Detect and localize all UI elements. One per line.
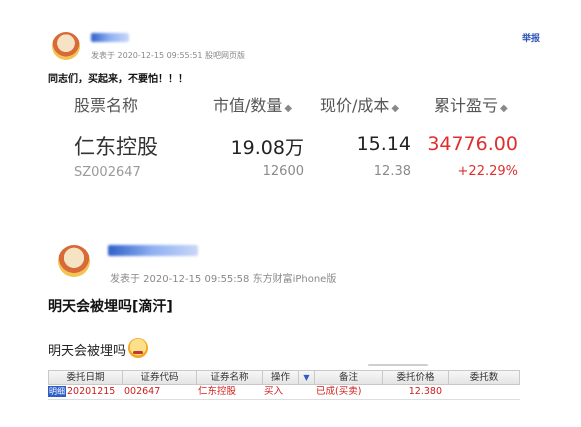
col-name[interactable]: 证券名称 (197, 371, 263, 384)
cell-code: 002647 (124, 386, 161, 397)
cost-price: 12.38 (373, 164, 411, 179)
col-price[interactable]: 委托价格 (383, 371, 449, 384)
table-row[interactable]: 明细 20201215 002647 仁东控股 买入 已成(买卖) 12.380 (48, 385, 520, 400)
cell-qty (448, 385, 518, 399)
scroll-indicator (368, 364, 428, 366)
table-header: 委托日期 证券代码 证券名称 操作 ▼ 备注 委托价格 委托数 (48, 370, 520, 385)
user-avatar[interactable] (58, 245, 90, 277)
market-value: 19.08万 (230, 137, 304, 159)
detail-tag[interactable]: 明细 (48, 386, 66, 397)
cell-price: 12.380 (408, 386, 442, 397)
user-avatar[interactable] (52, 32, 80, 60)
stock-name[interactable]: 仁东控股 (74, 131, 158, 161)
post-body: 明天会被埋吗 (48, 338, 149, 359)
col-header-profit[interactable]: 累计盈亏 ◆ (434, 92, 508, 116)
order-table: 委托日期 证券代码 证券名称 操作 ▼ 备注 委托价格 委托数 明细 202012… (48, 370, 520, 400)
col-date[interactable]: 委托日期 (49, 371, 123, 384)
post-title[interactable]: 明天会被埋吗[滴汗] (48, 296, 173, 316)
report-link[interactable]: 举报 (522, 31, 540, 44)
username-blurred[interactable] (108, 245, 198, 256)
post-meta: 发表于 2020-12-15 09:55:58 东方财富iPhone版 (110, 274, 337, 285)
sort-icon: ◆ (284, 103, 293, 114)
col-header-price-cost[interactable]: 现价/成本 ◆ (320, 92, 399, 116)
sweat-emoji-icon (128, 338, 149, 358)
col-op[interactable]: 操作 (263, 371, 299, 384)
username-blurred[interactable] (91, 33, 129, 42)
profit-percent: +22.29% (457, 164, 518, 179)
stock-code: SZ002647 (74, 165, 141, 180)
sort-icon: ◆ (500, 103, 508, 114)
cumulative-profit: 34776.00 (427, 133, 518, 155)
post-text: 同志们，买起来，不要怕！！！ (48, 74, 188, 85)
sort-icon: ◆ (391, 103, 400, 114)
cell-note: 已成(买卖) (316, 386, 362, 397)
col-code[interactable]: 证券代码 (123, 371, 197, 384)
col-header-name: 股票名称 (74, 96, 139, 115)
cell-blank (298, 385, 314, 399)
col-qty[interactable]: 委托数 (449, 371, 519, 384)
cell-date: 20201215 (67, 386, 116, 397)
filter-icon[interactable]: ▼ (299, 371, 315, 384)
post-meta: 发表于 2020-12-15 09:55:51 股吧网页版 (91, 51, 246, 60)
cell-name: 仁东控股 (198, 386, 237, 397)
quantity: 12600 (262, 164, 304, 179)
current-price: 15.14 (356, 133, 411, 155)
cell-op: 买入 (264, 386, 284, 397)
col-header-value-qty[interactable]: 市值/数量 ◆ (213, 92, 292, 116)
col-note[interactable]: 备注 (315, 371, 383, 384)
